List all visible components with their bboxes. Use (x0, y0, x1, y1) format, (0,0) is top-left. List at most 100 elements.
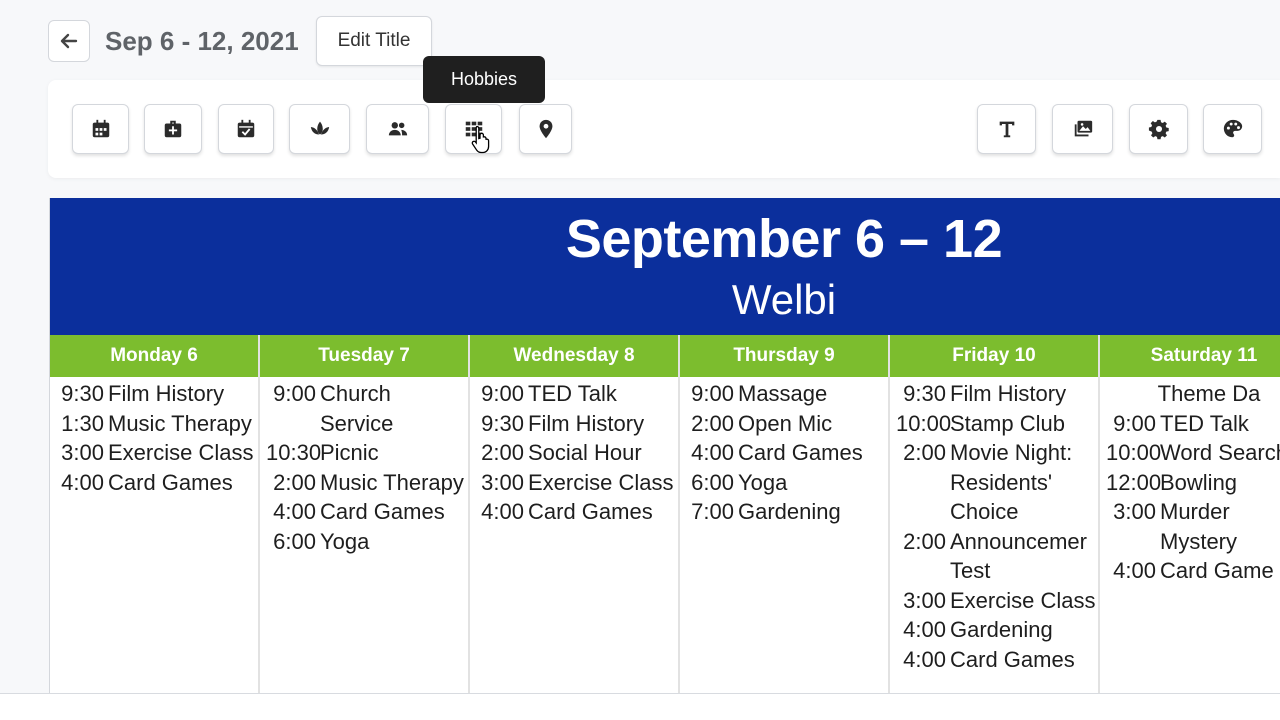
event-time: 7:00 (691, 499, 734, 524)
calendar-preview: September 6 – 12 Welbi Monday 6 9:30 Film … (49, 198, 1280, 694)
event-name: Card Games (108, 469, 233, 495)
event-name: Exercise Class (528, 469, 674, 495)
calendar-header: September 6 – 12 Welbi (50, 198, 1280, 335)
event-list: 9:30 Film History 10:00 Stamp Club 2:00 Movie… (890, 377, 1098, 674)
theme-tool-button[interactable] (1203, 104, 1262, 154)
event-time: 2:00 (903, 440, 946, 465)
event-item: 10:00 Stamp Club (896, 409, 1098, 439)
health-tool-button[interactable] (144, 104, 202, 154)
palette-icon (1223, 119, 1242, 138)
calendar-tool-button[interactable] (72, 104, 129, 154)
event-item: 1:30 Music Therapy (56, 409, 258, 439)
event-time: 4:00 (273, 499, 316, 524)
event-list: 9:00 Church Service 10:30 Picnic 2:00 Music T… (260, 377, 468, 556)
event-name: Bowling (1160, 469, 1238, 495)
event-time: 4:00 (691, 440, 734, 465)
event-item: Theme Da (1106, 379, 1280, 409)
event-item: 10:00 Word Search (1106, 438, 1280, 468)
event-time: 10:30 (266, 440, 322, 465)
event-name: Card Games (320, 499, 445, 524)
event-item: 4:00 Card Games (896, 645, 1098, 675)
users-icon (388, 122, 407, 136)
day-header: Monday 6 (50, 335, 258, 377)
event-name: Film History (108, 381, 225, 406)
hand-cursor-icon (471, 125, 490, 154)
event-item: 9:00 TED Talk (476, 379, 678, 409)
location-tool-button[interactable] (519, 104, 572, 154)
day-header: Thursday 9 (680, 335, 888, 377)
event-time: 4:00 (61, 469, 104, 495)
event-time: 3:00 (61, 440, 104, 465)
event-item: 2:00 Music Therapy (266, 468, 468, 498)
event-item: 9:30 Film History (476, 409, 678, 439)
event-time: 4:00 (481, 499, 524, 524)
event-time: 9:30 (61, 381, 104, 406)
event-name: Social Hour (528, 440, 642, 465)
toolbar (48, 80, 1280, 178)
event-item: 3:00 Murder Mystery (1106, 497, 1280, 556)
event-time: 2:00 (273, 469, 316, 495)
event-name: TED Talk (528, 381, 617, 406)
event-time: 9:00 (691, 381, 734, 406)
event-time: 6:00 (691, 469, 734, 495)
event-name: Music Therapy (108, 410, 252, 436)
event-item: 6:00 Yoga (266, 527, 468, 557)
event-time: 9:30 (903, 381, 946, 406)
event-item: 4:00 Gardening (896, 615, 1098, 645)
event-item: 7:00 Gardening (686, 497, 888, 527)
event-item: 9:00 Massage (686, 379, 888, 409)
event-item: 4:00 Card Games (266, 497, 468, 527)
event-item: 9:00 TED Talk (1106, 409, 1280, 439)
event-item: 9:30 Film History (896, 379, 1098, 409)
event-item: 3:00 Exercise Class (56, 438, 258, 468)
event-time: 2:00 (903, 528, 946, 554)
event-item: 9:30 Film History (56, 379, 258, 409)
event-name: Yoga (320, 528, 370, 554)
page-title: Sep 6 - 12, 2021 (105, 26, 299, 56)
event-item: 6:00 Yoga (686, 468, 888, 498)
day-header: Saturday 11 (1100, 335, 1280, 377)
event-name: Murder Mystery (1160, 499, 1237, 554)
events-tool-button[interactable] (218, 104, 274, 154)
event-item: 10:30 Picnic (266, 438, 468, 468)
event-item: 3:00 Exercise Class (476, 468, 678, 498)
event-time: 6:00 (273, 528, 316, 554)
day-header: Tuesday 7 (260, 335, 468, 377)
day-column: Friday 10 9:30 Film History 10:00 Stamp Club… (890, 335, 1100, 694)
event-time: 9:00 (481, 381, 524, 406)
event-item: 2:00 Movie Night: Residents' Choice (896, 438, 1098, 527)
event-item: 2:00 Social Hour (476, 438, 678, 468)
people-tool-button[interactable] (366, 104, 429, 154)
text-tool-button[interactable] (977, 104, 1036, 154)
event-name: Theme Da (1157, 381, 1261, 406)
event-list: 9:30 Film History 1:30 Music Therapy 3:00 Exe… (50, 377, 258, 497)
images-tool-button[interactable] (1052, 104, 1113, 154)
event-time: 3:00 (903, 587, 946, 613)
event-item: 3:00 Exercise Class (896, 586, 1098, 616)
event-time: 2:00 (481, 440, 524, 465)
calendar-title: September 6 – 12 (565, 209, 1003, 269)
event-name: Gardening (738, 499, 841, 524)
settings-tool-button[interactable] (1129, 104, 1188, 154)
calendar-check-icon (237, 119, 255, 138)
event-item: 4:00 Card Games (476, 497, 678, 527)
day-column: Tuesday 7 9:00 Church Service 10:30 Picnic 2:… (260, 335, 470, 694)
back-button[interactable] (48, 20, 90, 62)
event-item: 9:00 Church Service (266, 379, 468, 438)
event-item: 2:00 Open Mic (686, 409, 888, 439)
event-time: 12:00 (1106, 469, 1162, 495)
edit-title-button[interactable]: Edit Title (316, 16, 432, 66)
event-list: 9:00 TED Talk 9:30 Film History 2:00 Social H… (470, 377, 678, 527)
event-item: 2:00 Announcemer Test (896, 527, 1098, 586)
day-header: Friday 10 (890, 335, 1098, 377)
event-name: Card Games (528, 499, 653, 524)
event-time: 9:00 (273, 381, 316, 406)
event-time: 1:30 (61, 410, 104, 436)
event-name: Exercise Class (950, 587, 1096, 613)
event-time: 9:30 (481, 410, 524, 436)
bottom-strip (0, 694, 1280, 720)
medical-kit-icon (164, 120, 182, 138)
event-time: 4:00 (903, 617, 946, 642)
wellness-tool-button[interactable] (289, 104, 350, 154)
lotus-icon (310, 121, 329, 135)
